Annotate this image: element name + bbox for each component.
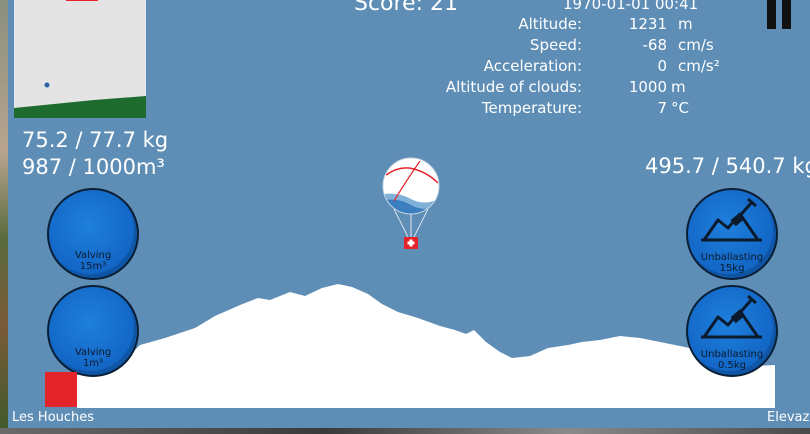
- unballasting-05-label: Unballasting: [700, 349, 764, 360]
- valving-15-amount: 15m³: [79, 261, 107, 272]
- acceleration-label: Acceleration:: [483, 57, 582, 75]
- datetime-label: 1970-01-01 00:41: [563, 0, 699, 13]
- speed-label: Speed:: [529, 36, 582, 54]
- gas-volume-readout: 987 / 1000m³: [22, 155, 165, 179]
- unballasting-15-amount: 15kg: [719, 263, 745, 274]
- balloon-icon: [382, 157, 440, 249]
- valving-15-label: Valving: [74, 250, 112, 261]
- altitude-value: 1231: [628, 15, 667, 33]
- cloud-altitude-label: Altitude of clouds:: [445, 78, 582, 96]
- unballasting-05-button[interactable]: Unballasting 0.5kg: [686, 285, 778, 377]
- temperature-value: 7: [657, 99, 667, 117]
- altitude-unit: m: [678, 15, 693, 33]
- valving-1-button[interactable]: Valving 1m³: [47, 285, 139, 377]
- ballast-mass-readout: 495.7 / 540.7 kg: [645, 154, 810, 178]
- background-photo-strip-bottom: [0, 428, 810, 434]
- game-stage: Score: 21 1970-01-01 00:41 Altitude: 123…: [0, 0, 810, 434]
- unballasting-15-button[interactable]: Unballasting 15kg: [686, 188, 778, 280]
- end-location-label: Elevaz: [767, 410, 810, 425]
- speed-value: -68: [642, 36, 668, 54]
- speed-unit: cm/s: [678, 36, 714, 54]
- sandbag-shovel-icon: [701, 198, 762, 242]
- minimap-ground: [14, 96, 146, 118]
- acceleration-value: 0: [657, 57, 667, 75]
- valving-15-button[interactable]: Valving 15m³: [47, 188, 139, 280]
- temperature-unit: °C: [671, 99, 689, 117]
- minimap-balloon-dot: [44, 82, 50, 88]
- gas-mass-readout: 75.2 / 77.7 kg: [22, 128, 169, 152]
- cloud-altitude-value: 1000: [628, 78, 667, 96]
- start-marker: [45, 372, 77, 407]
- temperature-label: Temperature:: [481, 99, 582, 117]
- unballasting-15-label: Unballasting: [700, 252, 764, 263]
- altitude-label: Altitude:: [518, 15, 582, 33]
- pause-icon[interactable]: [765, 0, 795, 30]
- valving-1-label: Valving: [74, 347, 112, 358]
- minimap-graphic: [14, 0, 146, 118]
- acceleration-unit: cm/s²: [678, 57, 720, 75]
- minimap: [14, 0, 146, 118]
- valving-1-amount: 1m³: [82, 358, 104, 369]
- sandbag-shovel-icon: [701, 295, 762, 339]
- start-location-label: Les Houches: [12, 410, 95, 425]
- unballasting-05-amount: 0.5kg: [717, 360, 747, 371]
- score-label: Score: 21: [354, 0, 459, 16]
- cloud-altitude-unit: m: [671, 78, 686, 96]
